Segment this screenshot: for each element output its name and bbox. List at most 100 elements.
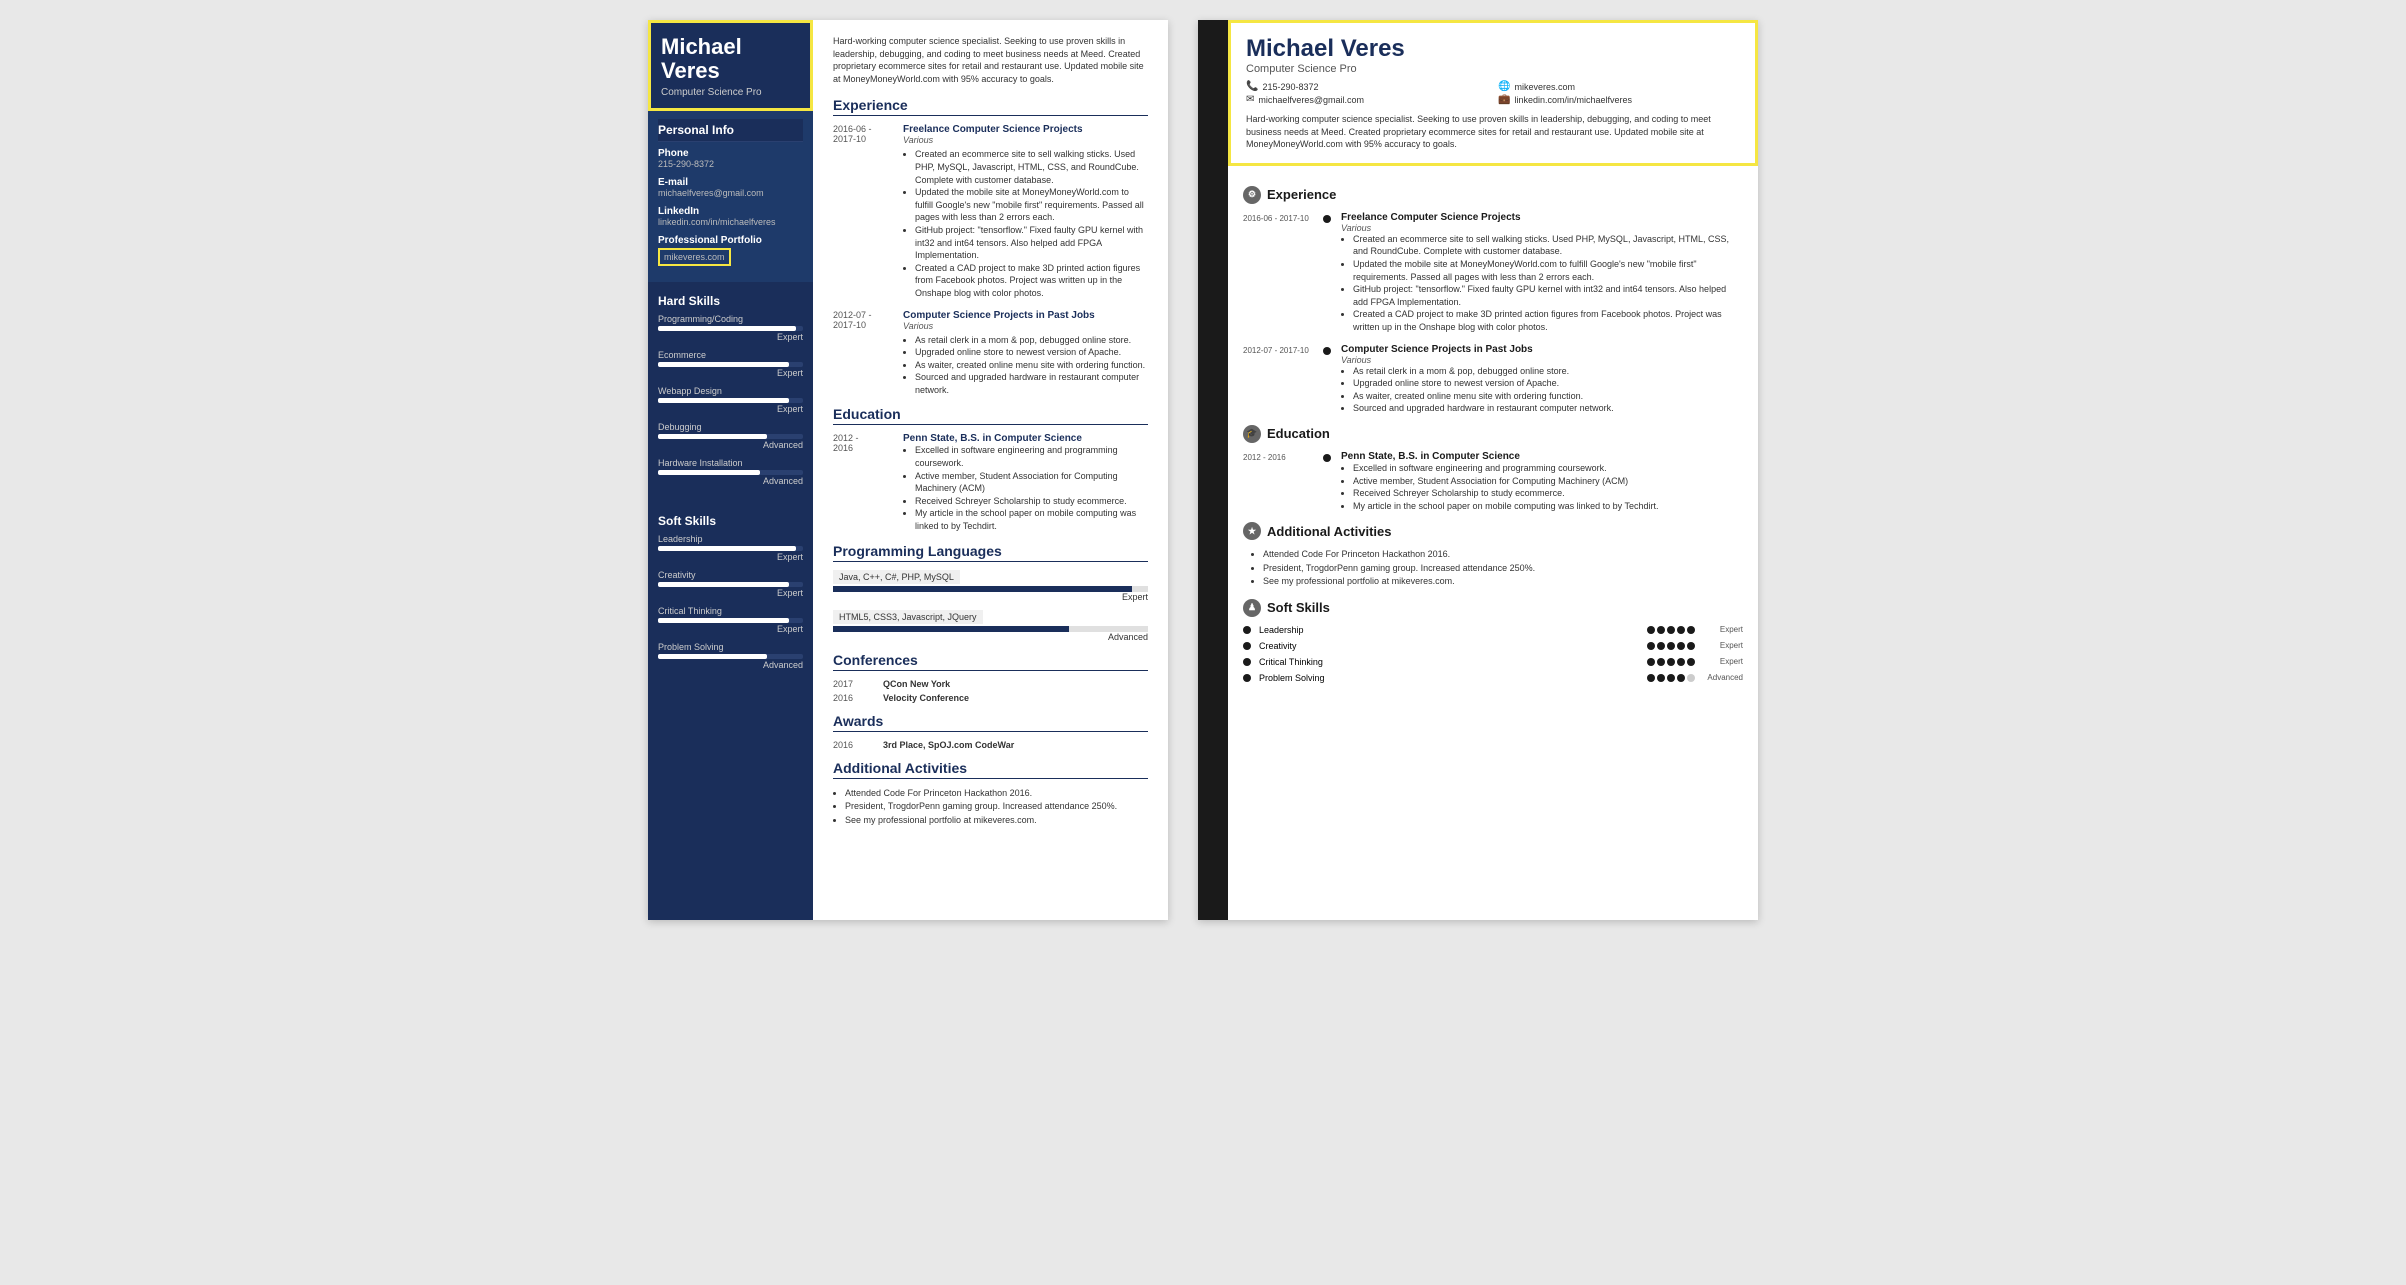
dot-rating <box>1647 642 1695 650</box>
contact-email: ✉ michaelfveres@gmail.com <box>1246 94 1488 105</box>
skill-bar <box>658 582 789 587</box>
exp-item-2: 2012-07 - 2017-10 Computer Science Proje… <box>833 310 1148 397</box>
dot-rating <box>1647 626 1695 634</box>
lang-level: Advanced <box>833 632 1148 642</box>
skill2-level: Expert <box>1703 625 1743 634</box>
soft-skill2-leadership: Leadership Expert <box>1243 625 1743 635</box>
skill-bar <box>658 398 789 403</box>
dot-filled <box>1677 626 1685 634</box>
skill-name: Programming/Coding <box>658 314 803 324</box>
activities2-list: Attended Code For Princeton Hackathon 20… <box>1243 548 1743 589</box>
exp-dot <box>1323 347 1331 355</box>
edu-bullets2: Excelled in software engineering and pro… <box>1341 462 1659 512</box>
skill-name: Creativity <box>658 570 803 580</box>
conf-item-2: 2016 Velocity Conference <box>833 693 1148 703</box>
dot-filled <box>1647 658 1655 666</box>
experience-title-2: ⚙ Experience <box>1243 186 1743 204</box>
contact-website: 🌐 mikeveres.com <box>1498 81 1740 92</box>
skill-name: Ecommerce <box>658 350 803 360</box>
award-name: 3rd Place, SpOJ.com CodeWar <box>883 740 1014 750</box>
soft-skill2-problem-solving: Problem Solving Advanced <box>1243 673 1743 683</box>
globe-icon: 🌐 <box>1498 81 1510 92</box>
exp-item2-2: 2012-07 - 2017-10 Computer Science Proje… <box>1243 344 1743 415</box>
conf-year: 2016 <box>833 693 873 703</box>
phone-item: Phone 215-290-8372 <box>658 148 803 169</box>
skill-bar-bg <box>658 362 803 367</box>
dot-filled <box>1647 642 1655 650</box>
activity-item: President, TrogdorPenn gaming group. Inc… <box>845 800 1148 814</box>
skill-bar <box>658 654 767 659</box>
content-2: ⚙ Experience 2016-06 - 2017-10 Freelance… <box>1228 166 1758 699</box>
award-year: 2016 <box>833 740 873 750</box>
linkedin-value: linkedin.com/in/michaelfveres <box>658 217 803 227</box>
activities-title-2: ★ Additional Activities <box>1243 522 1743 540</box>
skill-name: Leadership <box>658 534 803 544</box>
edu-title: Penn State, B.S. in Computer Science <box>903 433 1148 444</box>
exp-content: Computer Science Projects in Past Jobs V… <box>903 310 1148 397</box>
skill-name: Problem Solving <box>658 642 803 652</box>
resume-1: Michael Veres Computer Science Pro Perso… <box>648 20 1168 920</box>
name-1: Michael Veres <box>661 35 800 83</box>
skill-level: Expert <box>658 332 803 342</box>
skill-bar <box>658 362 789 367</box>
soft-dot <box>1243 674 1251 682</box>
resume-2: Michael Veres Computer Science Pro 📞 215… <box>1198 20 1758 920</box>
skill-level: Expert <box>658 368 803 378</box>
awards-title: Awards <box>833 713 1148 732</box>
name-2: Michael Veres <box>1246 35 1740 63</box>
title-2: Computer Science Pro <box>1246 63 1740 75</box>
linkedin-label: LinkedIn <box>658 206 803 217</box>
experience-title-text: Experience <box>1267 187 1336 202</box>
skill2-level: Expert <box>1703 641 1743 650</box>
edu-date: 2012 - 2016 <box>833 433 893 532</box>
exp-item2-1: 2016-06 - 2017-10 Freelance Computer Sci… <box>1243 212 1743 334</box>
website-text: mikeveres.com <box>1514 82 1575 92</box>
email-text: michaelfveres@gmail.com <box>1258 95 1364 105</box>
email-label: E-mail <box>658 177 803 188</box>
title-1: Computer Science Pro <box>661 87 800 98</box>
exp-date2: 2012-07 - 2017-10 <box>1243 344 1313 415</box>
exp-bullets: Created an ecommerce site to sell walkin… <box>903 148 1148 299</box>
dot-filled <box>1667 674 1675 682</box>
skill-bar <box>658 470 760 475</box>
exp-subtitle: Various <box>903 135 1148 145</box>
soft-skills-title-2: ♟ Soft Skills <box>1243 599 1743 617</box>
skill-bar-bg <box>658 654 803 659</box>
dot-filled <box>1657 626 1665 634</box>
conf-year: 2017 <box>833 679 873 689</box>
skill-hardware: Hardware Installation Advanced <box>658 458 803 486</box>
activities-title: Additional Activities <box>833 760 1148 779</box>
skill-name: Debugging <box>658 422 803 432</box>
exp-title: Computer Science Projects in Past Jobs <box>903 310 1148 321</box>
soft-dot <box>1243 626 1251 634</box>
skill-bar-bg <box>658 582 803 587</box>
skill-level: Advanced <box>658 476 803 486</box>
phone-label: Phone <box>658 148 803 159</box>
exp-sub2: Various <box>1341 223 1743 233</box>
conferences-title: Conferences <box>833 652 1148 671</box>
skill-level: Advanced <box>658 660 803 670</box>
skill-level: Advanced <box>658 440 803 450</box>
exp-bullets2: As retail clerk in a mom & pop, debugged… <box>1341 365 1614 415</box>
skill-bar <box>658 546 796 551</box>
main-content-2: Michael Veres Computer Science Pro 📞 215… <box>1228 20 1758 920</box>
exp-bullets: As retail clerk in a mom & pop, debugged… <box>903 334 1148 397</box>
soft-skill2-name: Critical Thinking <box>1259 657 1639 667</box>
edu-bullets: Excelled in software engineering and pro… <box>903 444 1148 532</box>
email-item: E-mail michaelfveres@gmail.com <box>658 177 803 198</box>
education-title: Education <box>833 406 1148 425</box>
skill-bar <box>658 434 767 439</box>
skill-bar-bg <box>658 326 803 331</box>
skill-bar-bg <box>658 398 803 403</box>
exp-content2: Freelance Computer Science Projects Vari… <box>1341 212 1743 334</box>
activities-title-text: Additional Activities <box>1267 524 1391 539</box>
exp-title2: Computer Science Projects in Past Jobs <box>1341 344 1614 355</box>
portfolio-value: mikeveres.com <box>658 248 731 266</box>
soft-dot <box>1243 642 1251 650</box>
soft-skill2-critical-thinking: Critical Thinking Expert <box>1243 657 1743 667</box>
sidebar-header: Michael Veres Computer Science Pro <box>648 20 813 111</box>
edu-date2: 2012 - 2016 <box>1243 451 1313 512</box>
soft-skill2-name: Leadership <box>1259 625 1639 635</box>
edu-content: Penn State, B.S. in Computer Science Exc… <box>903 433 1148 532</box>
objective-2: Hard-working computer science specialist… <box>1246 113 1740 151</box>
